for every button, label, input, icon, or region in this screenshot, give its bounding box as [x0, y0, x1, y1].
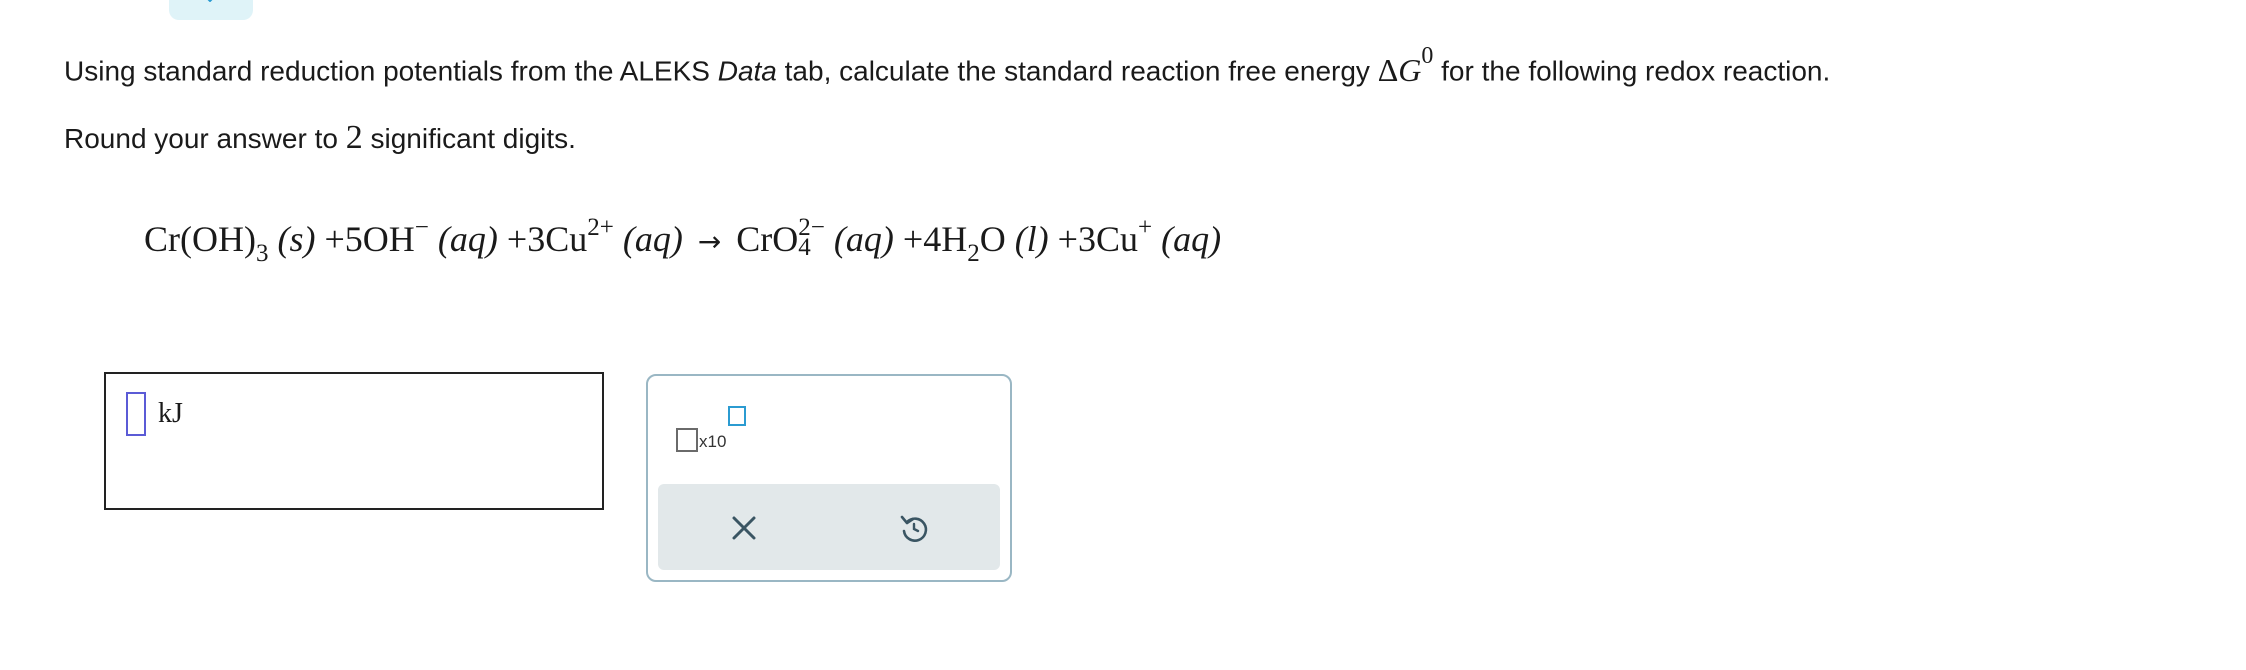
- action-bar: [658, 484, 1000, 570]
- g-symbol: G: [1398, 51, 1422, 88]
- x10-label: x10: [699, 432, 727, 451]
- product-1-charge-subscript: 2− 4: [798, 215, 825, 261]
- reactant-3-coefficient: 3: [527, 219, 546, 259]
- reactant-3-state: (aq): [622, 219, 683, 259]
- base-placeholder-icon: [676, 428, 698, 452]
- reactant-3-formula: Cu: [545, 219, 588, 259]
- product-1-subscript: 4: [798, 234, 811, 261]
- exponent-placeholder-icon: [728, 406, 746, 426]
- math-tool-panel: x10: [646, 374, 1012, 582]
- product-3-coefficient: 3: [1077, 219, 1096, 259]
- reactant-1-cr: Cr: [144, 219, 180, 259]
- delta-g-symbol: ΔG0: [1377, 43, 1434, 88]
- significant-digits-count: 2: [345, 119, 363, 156]
- question-intro: Using standard reduction potentials from…: [64, 55, 718, 87]
- clear-button[interactable]: [722, 506, 766, 550]
- scientific-notation-button[interactable]: x10: [676, 406, 750, 458]
- product-3-formula: Cu: [1095, 219, 1138, 259]
- product-2-coefficient: 4: [923, 219, 942, 259]
- plus-sign: +: [506, 219, 528, 259]
- reaction-arrow-icon: →: [697, 225, 722, 258]
- product-2-o: O: [979, 219, 1006, 259]
- answer-box: kJ: [104, 372, 604, 510]
- standard-superscript: 0: [1421, 43, 1434, 69]
- delta-symbol: Δ: [1377, 51, 1399, 88]
- close-icon: [732, 516, 756, 540]
- undo-button[interactable]: [892, 506, 936, 550]
- plus-sign: +: [1057, 219, 1078, 259]
- answer-input[interactable]: [126, 392, 146, 436]
- reactant-2-state: (aq): [437, 219, 498, 259]
- plus-sign: +: [902, 219, 924, 259]
- question-text: Using standard reduction potentials from…: [64, 40, 1830, 94]
- unit-label: kJ: [158, 398, 183, 429]
- product-2-h: H: [941, 219, 968, 259]
- reactant-1-subscript: 3: [255, 240, 269, 267]
- undo-icon: [900, 515, 928, 542]
- product-1-state: (aq): [833, 219, 894, 259]
- product-1-formula: CrO: [736, 219, 799, 259]
- product-3-state: (aq): [1161, 219, 1222, 259]
- reactant-2-charge: −: [414, 214, 429, 241]
- plus-sign: +: [324, 219, 345, 259]
- reactant-3-charge: 2+: [587, 214, 614, 241]
- reactant-2-formula: OH: [362, 219, 415, 259]
- chevron-down-icon: [207, 0, 213, 2]
- rounding-instruction: Round your answer to 2 significant digit…: [64, 116, 576, 161]
- reactant-1-oh: (OH): [180, 219, 256, 259]
- question-tail: for the following redox reaction.: [1433, 55, 1831, 87]
- redox-equation: Cr(OH)3 (s) +5OH− (aq) +3Cu2+ (aq) → CrO…: [144, 188, 1221, 294]
- product-2-subscript: 2: [967, 240, 980, 267]
- question-middle: tab, calculate the standard reaction fre…: [776, 55, 1378, 87]
- product-2-state: (l): [1014, 219, 1049, 259]
- round-prefix: Round your answer to: [64, 123, 346, 154]
- reactant-2-coefficient: 5: [344, 219, 363, 259]
- product-3-charge: +: [1138, 214, 1153, 241]
- collapse-tab[interactable]: [169, 0, 253, 20]
- reactant-1-state: (s): [277, 219, 316, 259]
- data-tab-word: Data: [717, 55, 777, 87]
- round-suffix: significant digits.: [362, 123, 576, 154]
